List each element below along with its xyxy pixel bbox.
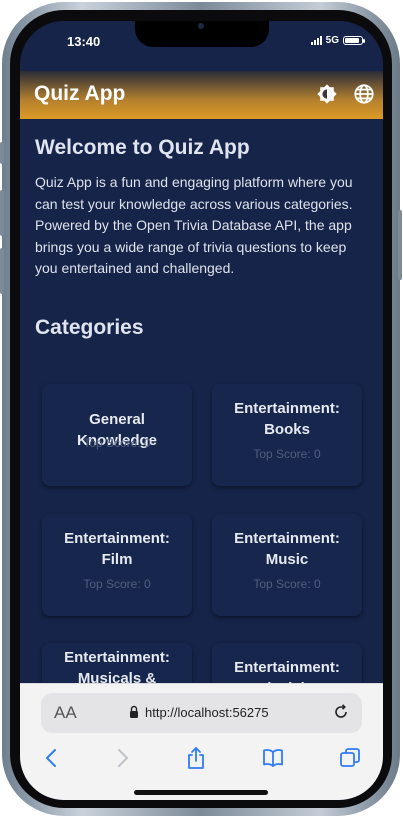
category-name: Entertainment: Music — [234, 530, 340, 568]
category-card-music[interactable]: Entertainment: Music Top Score: 0 — [212, 514, 362, 616]
category-top-score: Top Score: 0 — [253, 577, 321, 591]
category-top-score: Top Score: 0 — [83, 577, 151, 591]
app-bar: Quiz App — [20, 71, 383, 119]
device-screen: 13:40 5G Quiz App Welcome to Quiz App Qu… — [20, 21, 383, 800]
brightness-icon[interactable] — [316, 83, 338, 105]
welcome-title: Welcome to Quiz App — [35, 136, 250, 159]
globe-icon[interactable] — [353, 83, 375, 105]
category-card-television[interactable]: Entertainment: Television — [212, 643, 362, 683]
volume-up-button — [0, 190, 4, 236]
forward-icon[interactable] — [110, 746, 134, 770]
status-time: 13:40 — [67, 34, 101, 49]
category-name: Entertainment: Musicals & Theatres — [64, 649, 170, 683]
status-indicators: 5G — [310, 35, 365, 46]
power-button — [398, 210, 402, 280]
category-top-score: Top Score: 0 — [253, 447, 321, 461]
category-card-books[interactable]: Entertainment: Books Top Score: 0 — [212, 384, 362, 486]
tabs-icon[interactable] — [338, 746, 362, 770]
front-camera — [198, 23, 204, 29]
category-name: Entertainment: Television — [234, 659, 340, 683]
welcome-description: Quiz App is a fun and engaging platform … — [35, 174, 353, 276]
bookmarks-icon[interactable] — [261, 746, 285, 770]
home-indicator — [134, 790, 268, 795]
back-icon[interactable] — [40, 746, 64, 770]
category-card-musicals-theatres[interactable]: Entertainment: Musicals & Theatres — [42, 643, 192, 683]
signal-icon — [310, 36, 322, 45]
app-title: Quiz App — [34, 82, 126, 105]
category-top-score: Top Score: 0 — [83, 436, 151, 450]
text-size-button[interactable]: AA — [54, 703, 77, 723]
notch — [135, 21, 269, 47]
url-text[interactable]: http://localhost:56275 — [145, 705, 269, 720]
categories-title: Categories — [35, 316, 144, 339]
volume-down-button — [0, 248, 4, 294]
lock-icon — [130, 705, 138, 718]
category-card-general-knowledge[interactable]: General Knowledge Top Score: 0 — [42, 384, 192, 486]
main-content[interactable]: Welcome to Quiz App Quiz App is a fun an… — [20, 119, 383, 683]
status-bar: 13:40 5G — [20, 21, 383, 71]
browser-bar: AA http://localhost:56275 — [20, 683, 383, 800]
share-icon[interactable] — [184, 746, 208, 770]
reload-icon[interactable] — [332, 703, 350, 721]
battery-icon — [343, 36, 365, 45]
category-name: Entertainment: Film — [64, 530, 170, 568]
mute-switch — [0, 142, 4, 164]
category-card-film[interactable]: Entertainment: Film Top Score: 0 — [42, 514, 192, 616]
category-name: Entertainment: Books — [234, 400, 340, 438]
address-bar[interactable]: AA http://localhost:56275 — [41, 693, 362, 733]
network-label: 5G — [325, 35, 339, 46]
